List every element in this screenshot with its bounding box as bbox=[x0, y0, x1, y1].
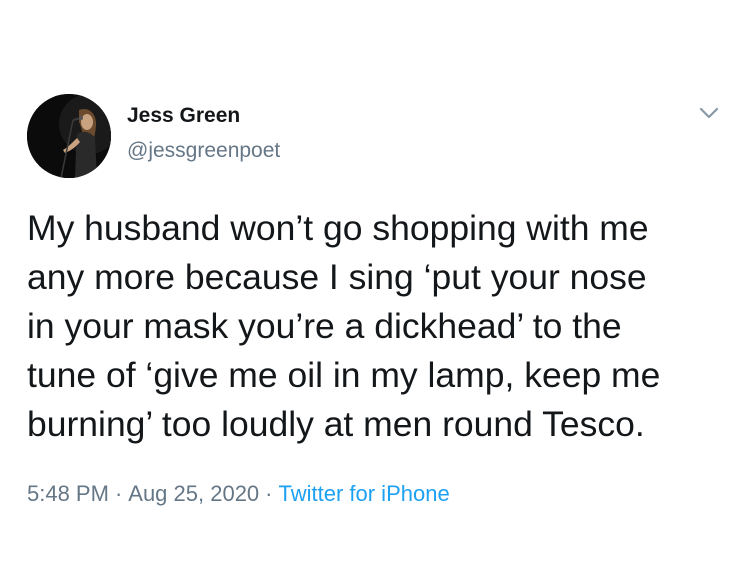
author-name[interactable]: Jess Green bbox=[127, 104, 240, 128]
author-handle[interactable]: @jessgreenpoet bbox=[127, 139, 280, 163]
tweet-date[interactable]: Aug 25, 2020 bbox=[128, 481, 259, 506]
avatar[interactable] bbox=[27, 94, 111, 178]
meta-separator: · bbox=[114, 481, 123, 506]
tweet-time[interactable]: 5:48 PM bbox=[27, 481, 109, 506]
tweet-card: Jess Green @jessgreenpoet My husband won… bbox=[0, 0, 749, 581]
tweet-source-link[interactable]: Twitter for iPhone bbox=[279, 481, 450, 506]
tweet-line: burning’ too loudly at men round Tesco. bbox=[27, 404, 645, 444]
tweet-meta: 5:48 PM · Aug 25, 2020 · Twitter for iPhone bbox=[27, 481, 450, 507]
chevron-down-icon[interactable] bbox=[697, 105, 721, 121]
avatar-photo bbox=[27, 94, 111, 178]
tweet-line: in your mask you’re a dickhead’ to the bbox=[27, 306, 622, 346]
tweet-text: My husband won’t go shopping with me any… bbox=[27, 204, 727, 449]
chevron-down-glyph bbox=[699, 107, 719, 119]
tweet-line: tune of ‘give me oil in my lamp, keep me bbox=[27, 355, 661, 395]
meta-separator: · bbox=[265, 481, 273, 506]
tweet-line: My husband won’t go shopping with me bbox=[27, 208, 649, 248]
tweet-line: any more because I sing ‘put your nose bbox=[27, 257, 647, 297]
